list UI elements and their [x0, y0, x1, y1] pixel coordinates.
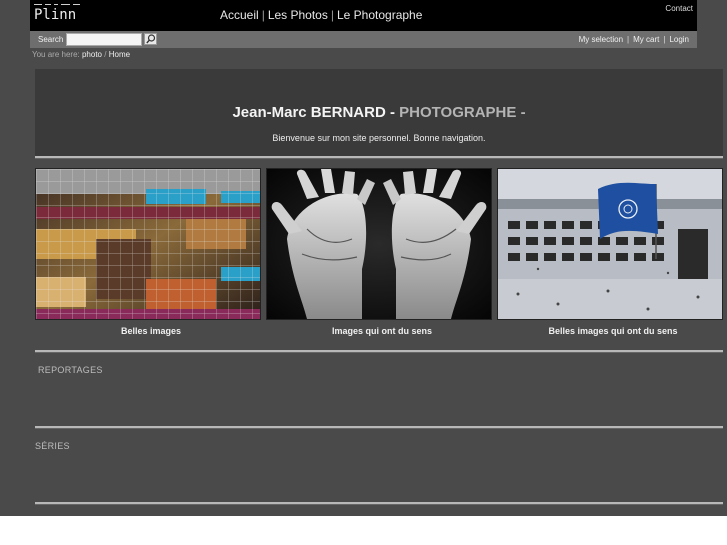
breadcrumb-prefix: You are here:	[32, 50, 80, 59]
logo-text: Plinn	[34, 7, 77, 23]
building-photo	[36, 169, 260, 319]
page-footer-area	[0, 516, 727, 545]
caption-belles-images[interactable]: Belles images	[39, 326, 263, 336]
section-title-reportages: REPORTAGES	[38, 365, 103, 375]
magnifier-icon	[146, 34, 156, 44]
gallery-thumb-belles-images-sens[interactable]	[497, 168, 723, 320]
search-label: Search	[38, 35, 64, 44]
welcome-text: Bienvenue sur mon site personnel. Bonne …	[272, 133, 486, 143]
search-bar: Search My selection | My cart | Login	[30, 31, 697, 48]
top-bar: Plinn Accueil | Les Photos | Le Photographe …	[30, 0, 697, 31]
caption-images-sens[interactable]: Images qui ont du sens	[270, 326, 494, 336]
intro-panel: Jean-Marc BERNARD - PHOTOGRAPHE - Bienve…	[35, 69, 723, 157]
nav-separator: |	[261, 8, 265, 22]
hands-photo	[267, 169, 491, 319]
page-title: Jean-Marc BERNARD - PHOTOGRAPHE -	[35, 104, 723, 121]
divider	[35, 426, 723, 429]
main-nav: Accueil | Les Photos | Le Photographe	[220, 8, 422, 22]
divider	[35, 502, 723, 505]
divider	[35, 350, 723, 353]
nav-les-photos[interactable]: Les Photos	[268, 8, 328, 22]
login-link[interactable]: Login	[669, 35, 689, 44]
logo-bars	[34, 4, 84, 5]
my-selection-link[interactable]: My selection	[579, 35, 623, 44]
section-title-series: SÉRIES	[35, 441, 70, 451]
un-flag-photo	[498, 169, 722, 319]
caption-belles-images-sens[interactable]: Belles images qui ont du sens	[501, 326, 725, 336]
breadcrumb-separator: /	[104, 50, 107, 59]
nav-le-photographe[interactable]: Le Photographe	[337, 8, 422, 22]
gallery-thumb-belles-images[interactable]	[35, 168, 261, 320]
photographer-name: Jean-Marc BERNARD	[232, 104, 386, 121]
link-separator: |	[627, 35, 630, 44]
nav-separator: |	[330, 8, 334, 22]
breadcrumb: You are here: photo / Home	[32, 50, 130, 59]
plinn-logo[interactable]: Plinn	[34, 4, 84, 28]
photographer-role: PHOTOGRAPHE -	[399, 104, 526, 121]
link-separator: |	[663, 35, 666, 44]
user-links: My selection | My cart | Login	[579, 35, 689, 44]
breadcrumb-photo[interactable]: photo	[82, 50, 102, 59]
gallery-thumb-images-sens[interactable]	[266, 168, 492, 320]
divider	[35, 156, 723, 159]
breadcrumb-home: Home	[108, 50, 131, 59]
my-cart-link[interactable]: My cart	[633, 35, 659, 44]
search-button[interactable]	[144, 33, 157, 45]
nav-accueil[interactable]: Accueil	[220, 8, 259, 22]
contact-link[interactable]: Contact	[665, 4, 693, 13]
search-input[interactable]	[66, 33, 142, 46]
title-dash: -	[389, 104, 395, 121]
